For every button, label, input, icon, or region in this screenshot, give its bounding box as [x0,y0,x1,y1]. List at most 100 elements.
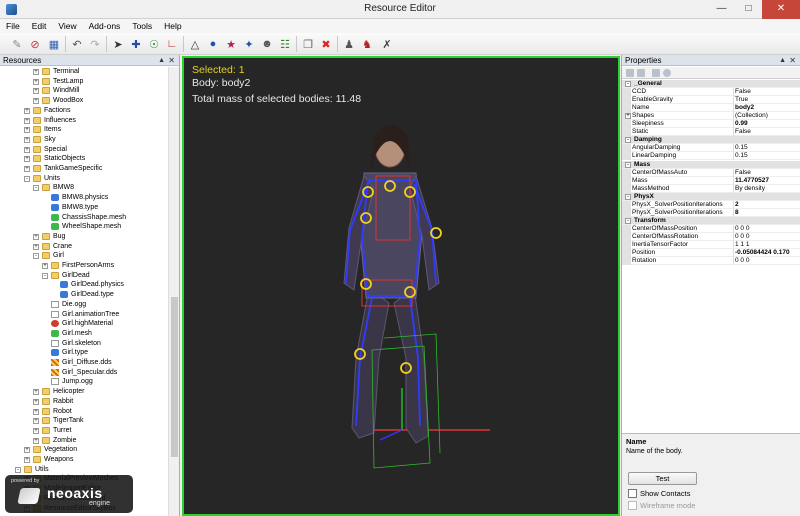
property-value[interactable]: 2 [735,201,800,209]
tree-item[interactable]: ChassisShape.mesh [0,213,168,223]
tree-item[interactable]: GirlDead.physics [0,280,168,290]
wireframe-checkbox[interactable] [628,501,637,510]
tree-item[interactable]: + Weapons [0,455,168,465]
tree-item[interactable]: Die.ogg [0,300,168,310]
skeleton-icon[interactable]: ☷ [277,36,293,52]
expand-icon[interactable]: + [24,146,30,153]
select-icon[interactable]: ➤ [110,36,126,52]
tree-item[interactable]: GirlDead.type [0,290,168,300]
close-panel-icon[interactable]: ✕ [789,55,796,66]
tree-item[interactable]: + Terminal [0,67,168,77]
help-icon[interactable] [663,69,671,77]
add-shape-icon[interactable]: △ [187,36,203,52]
collapse-icon[interactable]: - [625,137,631,144]
collapse-icon[interactable]: - [24,175,30,182]
expand-icon[interactable]: + [24,166,30,172]
scale-icon[interactable]: ∟ [164,36,180,52]
menu-tools[interactable]: Tools [126,19,158,33]
maximize-button[interactable]: □ [735,0,762,19]
property-category[interactable]: - _General [622,80,800,89]
delete-icon[interactable]: ✖ [318,36,334,52]
property-pages-icon[interactable] [652,69,660,77]
tree-item[interactable]: + Sky [0,135,168,145]
character-icon[interactable]: ♟ [341,36,357,52]
close-button[interactable]: ✕ [762,0,800,19]
property-row[interactable]: Position -0.05084424 0.170 [622,249,800,258]
tree-item[interactable]: + Factions [0,106,168,116]
property-category[interactable]: - PhysX [622,192,800,201]
property-value[interactable]: False [735,88,800,96]
property-row[interactable]: Rotation 0 0 0 [622,257,800,266]
expand-icon[interactable]: + [24,127,30,134]
test-button[interactable]: Test [628,472,697,485]
expand-icon[interactable]: + [33,88,39,95]
tree-scrollbar[interactable] [168,67,179,516]
close-panel-icon[interactable]: ✕ [168,55,175,66]
tree-item[interactable]: + Influences [0,116,168,126]
property-category[interactable]: - Damping [622,136,800,145]
property-value[interactable]: 0 0 0 [735,233,800,241]
expand-icon[interactable]: + [33,243,39,250]
expand-icon[interactable]: + [625,113,631,120]
expand-icon[interactable]: + [24,117,30,124]
property-row[interactable]: InertiaTensorFactor 1 1 1 [622,241,800,250]
tree-item[interactable]: - Utils [0,465,168,475]
property-value[interactable]: body2 [735,104,800,112]
tree-item[interactable]: + WoodBox [0,96,168,106]
property-category[interactable]: - Transform [622,216,800,225]
tree-item[interactable]: + Items [0,125,168,135]
tree-item[interactable]: + Special [0,145,168,155]
property-value[interactable]: -0.05084424 0.170 [735,249,800,257]
tree-item[interactable]: + WindMill [0,86,168,96]
tree-item[interactable]: Girl_Diffuse.dds [0,358,168,368]
body-icon[interactable]: ★ [223,36,239,52]
tree-item[interactable]: + Crane [0,242,168,252]
expand-icon[interactable]: + [33,233,39,240]
expand-icon[interactable]: + [33,427,39,434]
collapse-icon[interactable]: - [625,81,631,87]
pin-icon[interactable]: ▲ [779,55,786,66]
tree-item[interactable]: Girl_Specular.dds [0,368,168,378]
tree-item[interactable]: Girl.animationTree [0,310,168,320]
no-entry-icon[interactable]: ⊘ [27,36,43,52]
tools-icon[interactable]: ✗ [379,36,395,52]
expand-icon[interactable]: + [33,69,39,75]
tree-item[interactable]: Girl.highMaterial [0,319,168,329]
menu-add-ons[interactable]: Add-ons [83,19,127,33]
tree-item[interactable]: + TankGameSpecific [0,164,168,174]
show-contacts-checkbox[interactable] [628,489,637,498]
tree-item[interactable]: + Turret [0,426,168,436]
tree-item[interactable]: + Rabbit [0,397,168,407]
tree-item[interactable]: + FirstPersonArms [0,261,168,271]
tree-item[interactable]: Girl.type [0,348,168,358]
tree-item[interactable]: + Vegetation [0,445,168,455]
expand-icon[interactable]: + [33,418,39,425]
expand-icon[interactable]: + [33,437,39,444]
property-value[interactable]: 1 1 1 [735,241,800,249]
pin-icon[interactable]: ▲ [158,55,165,66]
tree-item[interactable]: Girl.mesh [0,329,168,339]
property-value[interactable]: 8 [735,209,800,217]
tree-item[interactable]: + Zombie [0,436,168,446]
joint-icon[interactable]: ● [205,36,221,52]
property-row[interactable]: CCD False [622,88,800,97]
collapse-icon[interactable]: - [625,217,631,224]
property-row[interactable]: CenterOfMassRotation 0 0 0 [622,232,800,241]
tree-item[interactable]: + StaticObjects [0,154,168,164]
collapse-icon[interactable]: - [33,253,39,260]
collapse-icon[interactable]: - [625,193,631,200]
expand-icon[interactable]: + [24,156,30,163]
tree-item[interactable]: - GirlDead [0,271,168,281]
constraint-icon[interactable]: ✦ [241,36,257,52]
move-icon[interactable]: ✚ [128,36,144,52]
property-value[interactable]: 0.15 [735,144,800,152]
menu-edit[interactable]: Edit [26,19,53,33]
property-row[interactable]: Mass 11.4770527 [622,176,800,185]
expand-icon[interactable]: + [24,457,30,463]
collapse-icon[interactable]: - [42,272,48,279]
minimize-button[interactable]: — [708,0,735,19]
property-value[interactable]: False [735,169,800,177]
expand-icon[interactable]: + [24,447,30,454]
expand-icon[interactable]: + [42,263,48,269]
collapse-icon[interactable]: - [15,466,21,473]
